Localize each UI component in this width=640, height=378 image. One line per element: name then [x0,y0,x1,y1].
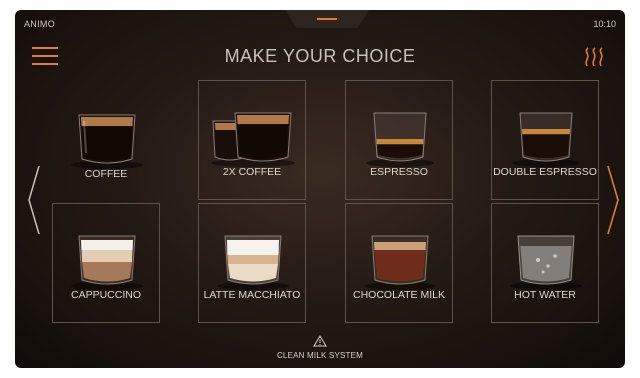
drink-tile-latte-macchiato[interactable]: LATTE MACCHIATO [198,203,306,323]
hot-water-glass-icon [510,235,582,290]
drink-label: COFFEE [84,168,128,180]
notice-text: CLEAN MILK SYSTEM [276,351,364,360]
double-coffee-cup-icon [211,112,295,167]
page-title: MAKE YOUR CHOICE [224,46,416,66]
coffee-machine-screen: ANIMO 10:10 MAKE YOUR CHOICE COFFEE 2X C… [15,10,625,368]
drink-tile-2x-coffee[interactable]: 2X COFFEE [198,80,306,200]
drink-label: 2X COFFEE [222,166,282,178]
drink-tile-chocolate-milk[interactable]: CHOCOLATE MILK [345,203,453,323]
chocolate-milk-cup-icon [364,235,436,290]
coffee-cup-icon [71,114,143,169]
drink-tile-cappuccino[interactable]: CAPPUCCINO [52,203,160,323]
brand-name: ANIMO [24,19,56,29]
drink-label: ESPRESSO [370,166,428,178]
latte-macchiato-glass-icon [217,235,289,290]
double-espresso-cup-icon [512,112,580,167]
heat-waves-icon[interactable] [582,46,608,68]
chevron-left-icon[interactable] [27,164,41,236]
drink-label: CAPPUCCINO [70,289,141,301]
warning-triangle-icon [313,335,327,347]
drink-tile-hot-water[interactable]: HOT WATER [491,203,599,323]
status-bar: ANIMO 10:10 [15,10,625,36]
clock: 10:10 [593,19,616,29]
cappuccino-cup-icon [71,235,143,290]
pull-down-bar [317,18,337,20]
drink-label: LATTE MACCHIATO [203,289,301,301]
drink-label: HOT WATER [514,289,576,301]
drink-label: CHOCOLATE MILK [353,289,445,301]
pull-down-tab[interactable] [285,10,369,28]
drink-tile-coffee[interactable]: COFFEE [52,82,160,202]
maintenance-notice[interactable]: CLEAN MILK SYSTEM [15,335,625,360]
espresso-cup-icon [366,112,434,167]
drink-tile-double-espresso[interactable]: DOUBLE ESPRESSO [491,80,599,200]
drink-label: DOUBLE ESPRESSO [493,166,597,178]
chevron-right-icon[interactable] [606,164,620,236]
drink-tile-espresso[interactable]: ESPRESSO [345,80,453,200]
